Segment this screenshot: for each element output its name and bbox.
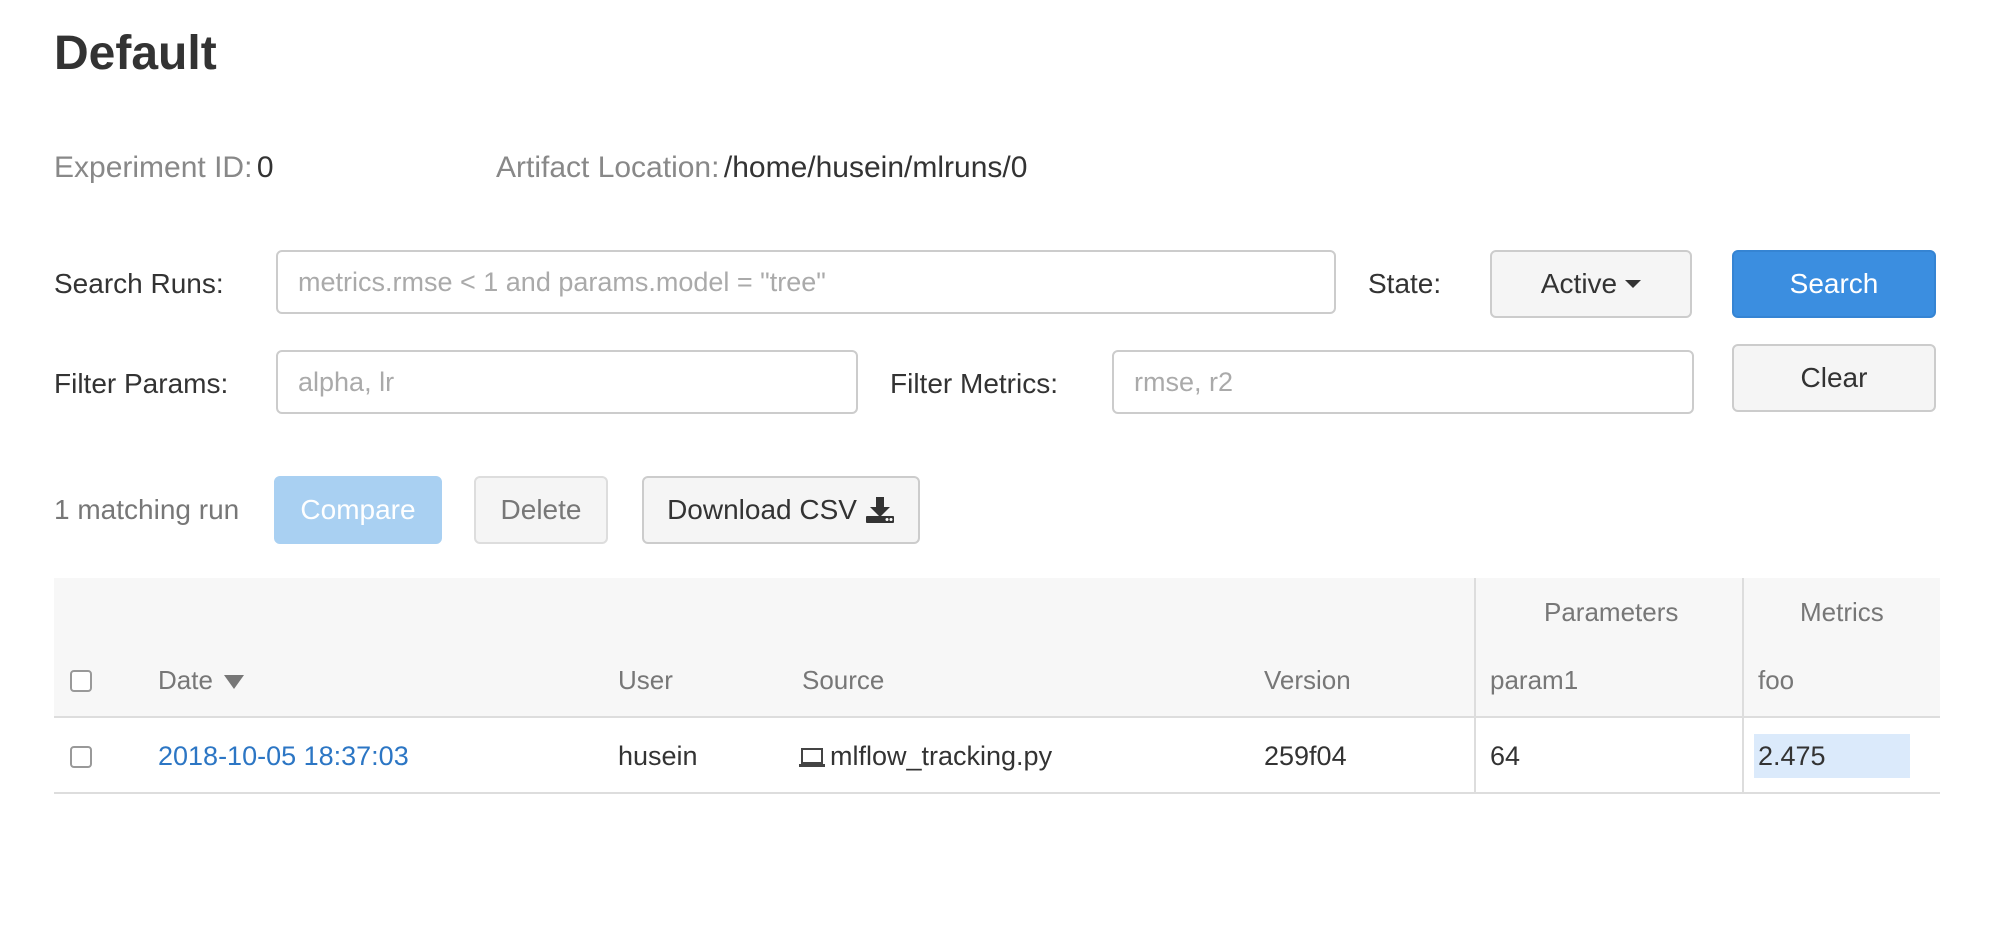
user-column-header[interactable]: User — [618, 662, 673, 698]
filter-params-label: Filter Params: — [54, 368, 229, 399]
artifact-location-label: Artifact Location: — [496, 151, 720, 184]
experiment-id: Experiment ID: 0 — [54, 148, 274, 193]
runs-table-header: Parameters Metrics Date User Source Vers… — [54, 578, 1940, 718]
artifact-location: Artifact Location: /home/husein/mlruns/0 — [496, 148, 1027, 193]
metrics-divider — [1742, 718, 1744, 792]
clear-button[interactable]: Clear — [1732, 344, 1936, 412]
state-value: Active — [1540, 268, 1618, 299]
date-column-header[interactable]: Date — [158, 662, 245, 698]
parameters-group-header: Parameters — [1544, 597, 1679, 627]
run-source[interactable]: mlflow_tracking.py — [798, 738, 1052, 774]
filter-metrics-label: Filter Metrics: — [890, 368, 1058, 399]
row-select-checkbox[interactable] — [70, 746, 92, 768]
page-title: Default — [54, 27, 217, 80]
filter-params-input[interactable] — [276, 350, 858, 414]
artifact-location-value: /home/husein/mlruns/0 — [723, 151, 1028, 184]
select-all-checkbox[interactable] — [70, 670, 92, 692]
date-column-label: Date — [158, 665, 213, 695]
version-column-header[interactable]: Version — [1264, 662, 1351, 698]
state-label: State: — [1368, 268, 1442, 299]
run-param1: 64 — [1490, 741, 1521, 771]
laptop-icon — [799, 747, 825, 767]
metrics-group-header: Metrics — [1800, 597, 1884, 627]
delete-button[interactable]: Delete — [474, 476, 608, 544]
run-source-label: mlflow_tracking.py — [830, 741, 1053, 771]
filter-metrics-input[interactable] — [1112, 350, 1694, 414]
metrics-divider — [1742, 578, 1744, 716]
experiment-id-label: Experiment ID: — [54, 151, 253, 184]
search-runs-input[interactable] — [276, 250, 1336, 314]
run-metric-foo[interactable]: 2.475 — [1754, 734, 1910, 778]
matching-run-count: 1 matching run — [54, 494, 240, 525]
sort-desc-icon — [224, 675, 245, 690]
foo-column-header[interactable]: foo — [1758, 662, 1794, 698]
download-icon — [865, 497, 894, 523]
run-version: 259f04 — [1264, 741, 1347, 771]
caret-down-icon — [1625, 280, 1642, 288]
compare-button[interactable]: Compare — [274, 476, 442, 544]
experiment-id-value: 0 — [256, 151, 274, 184]
parameters-divider — [1474, 718, 1476, 792]
search-runs-label: Search Runs: — [54, 268, 224, 299]
param1-column-header[interactable]: param1 — [1490, 662, 1578, 698]
parameters-divider — [1474, 578, 1476, 716]
state-dropdown[interactable]: Active — [1490, 250, 1692, 318]
download-csv-label: Download CSV — [667, 494, 857, 525]
download-csv-button[interactable]: Download CSV — [642, 476, 920, 544]
source-column-header[interactable]: Source — [802, 662, 884, 698]
search-button[interactable]: Search — [1732, 250, 1936, 318]
run-date-link[interactable]: 2018-10-05 18:37:03 — [158, 738, 409, 774]
run-user: husein — [618, 741, 698, 771]
table-row: 2018-10-05 18:37:03 husein mlflow_tracki… — [54, 718, 1940, 794]
